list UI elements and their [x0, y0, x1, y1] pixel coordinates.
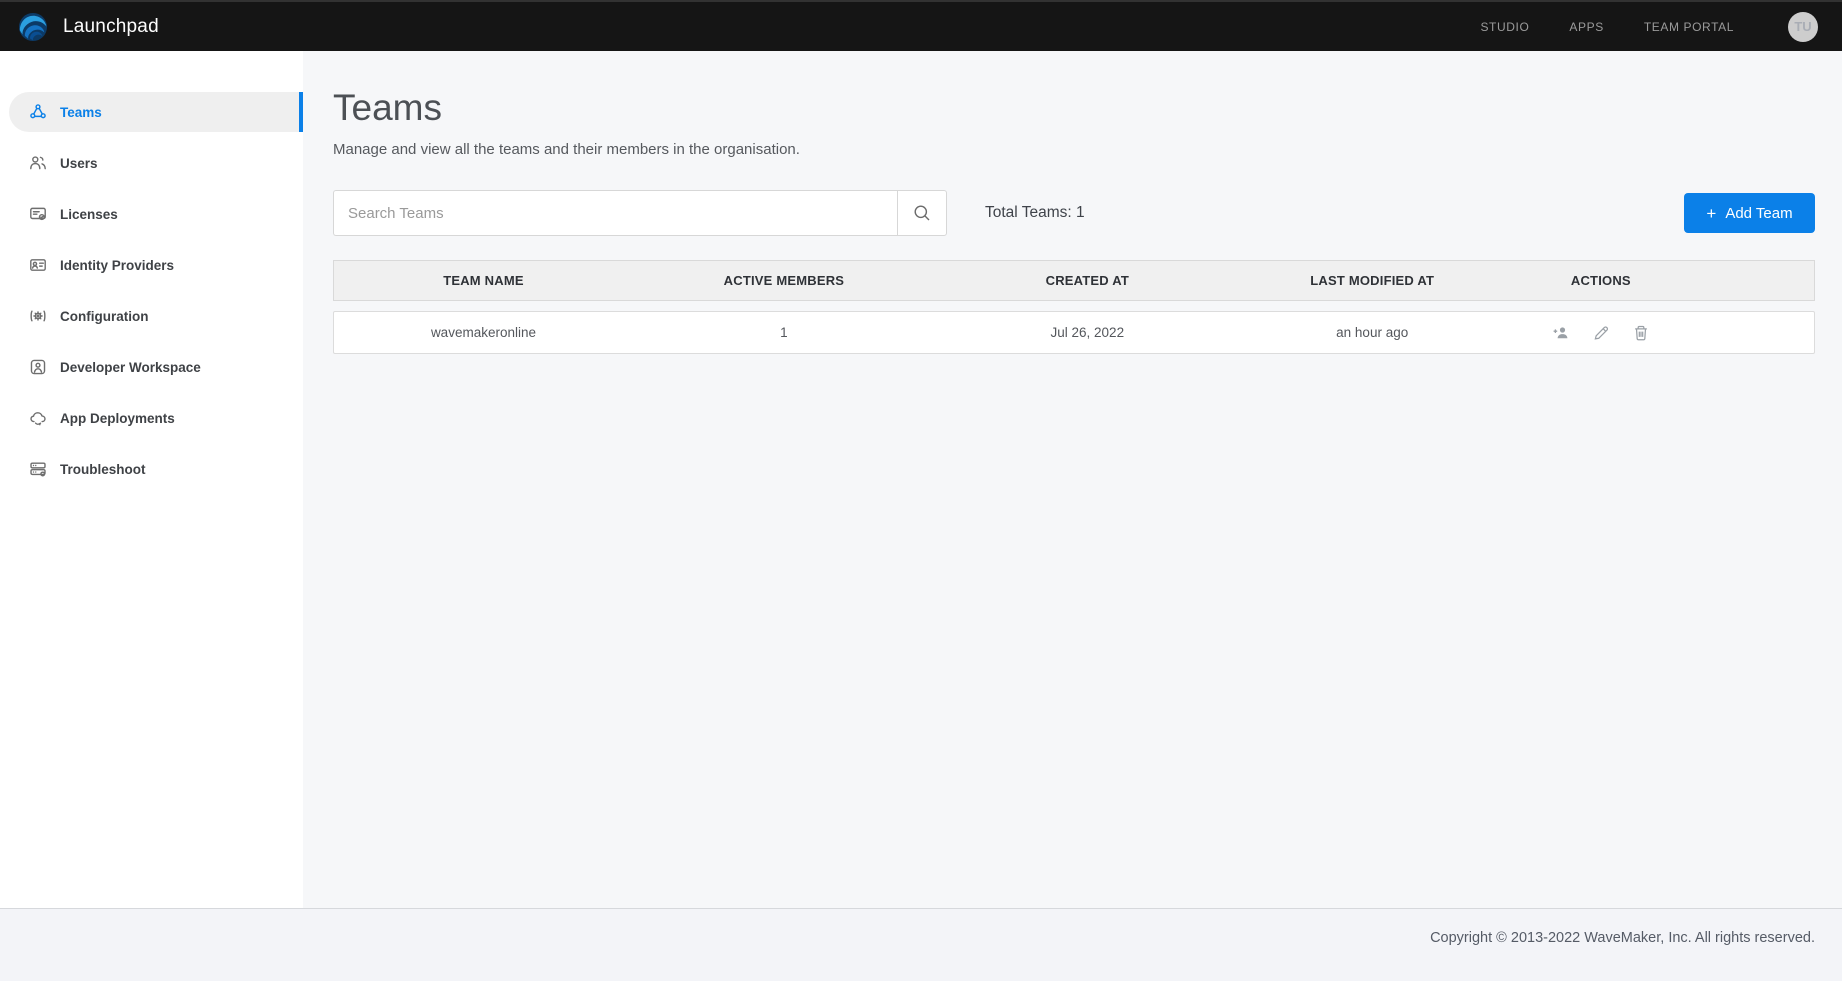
- teams-icon: [29, 103, 47, 121]
- sidebar-item-label: Teams: [60, 105, 102, 120]
- column-header-team-name: TEAM NAME: [334, 273, 633, 288]
- cell-active-members: 1: [633, 325, 935, 340]
- edit-team-button[interactable]: [1592, 324, 1610, 342]
- sidebar-item-teams[interactable]: Teams: [9, 92, 303, 132]
- sidebar-item-label: Identity Providers: [60, 258, 174, 273]
- app-title: Launchpad: [63, 16, 159, 38]
- column-header-actions: ACTIONS: [1505, 273, 1697, 288]
- add-team-label: Add Team: [1725, 205, 1792, 222]
- nav-apps[interactable]: APPS: [1569, 20, 1603, 34]
- configuration-icon: [29, 307, 47, 325]
- main-content: Teams Manage and view all the teams and …: [303, 51, 1842, 908]
- sidebar-item-label: Configuration: [60, 309, 148, 324]
- search-button[interactable]: [897, 190, 947, 236]
- copyright-text: Copyright © 2013-2022 WaveMaker, Inc. Al…: [1430, 930, 1815, 981]
- teams-table: TEAM NAME ACTIVE MEMBERS CREATED AT LAST…: [333, 260, 1815, 354]
- sidebar-item-label: Developer Workspace: [60, 360, 201, 375]
- page-subtitle: Manage and view all the teams and their …: [333, 141, 1815, 158]
- top-nav: STUDIO APPS TEAM PORTAL TU: [1480, 12, 1818, 42]
- sidebar-item-configuration[interactable]: Configuration: [9, 296, 303, 336]
- cell-created-at: Jul 26, 2022: [935, 325, 1240, 340]
- sidebar-item-label: Users: [60, 156, 98, 171]
- edit-icon: [1592, 324, 1610, 342]
- developer-workspace-icon: [29, 358, 47, 376]
- delete-icon: [1632, 324, 1650, 342]
- total-teams-count: Total Teams: 1: [985, 204, 1085, 222]
- sidebar-item-developer-workspace[interactable]: Developer Workspace: [9, 347, 303, 387]
- page-footer: Copyright © 2013-2022 WaveMaker, Inc. Al…: [0, 908, 1842, 981]
- sidebar-item-label: Licenses: [60, 207, 118, 222]
- licenses-icon: [29, 205, 47, 223]
- users-icon: [29, 154, 47, 172]
- sidebar-item-users[interactable]: Users: [9, 143, 303, 183]
- delete-team-button[interactable]: [1632, 324, 1650, 342]
- plus-icon: +: [1706, 205, 1716, 222]
- controls-row: Total Teams: 1 + Add Team: [333, 190, 1815, 236]
- nav-studio[interactable]: STUDIO: [1480, 20, 1529, 34]
- cell-last-modified-at: an hour ago: [1240, 325, 1505, 340]
- sidebar-item-identity-providers[interactable]: Identity Providers: [9, 245, 303, 285]
- column-header-created-at: CREATED AT: [935, 273, 1240, 288]
- search-input[interactable]: [333, 190, 897, 236]
- search-icon: [912, 203, 932, 223]
- search-bar: [333, 190, 947, 236]
- column-header-last-modified-at: LAST MODIFIED AT: [1240, 273, 1505, 288]
- add-member-button[interactable]: [1552, 324, 1570, 342]
- sidebar-item-label: Troubleshoot: [60, 462, 146, 477]
- identity-providers-icon: [29, 256, 47, 274]
- wavemaker-logo-icon: [16, 10, 50, 44]
- column-header-active-members: ACTIVE MEMBERS: [633, 273, 935, 288]
- sidebar-item-label: App Deployments: [60, 411, 175, 426]
- brand-link[interactable]: Launchpad: [16, 10, 159, 44]
- cell-team-name: wavemakeronline: [334, 325, 633, 340]
- add-team-button[interactable]: + Add Team: [1684, 193, 1815, 233]
- add-member-icon: [1552, 324, 1570, 342]
- table-row: wavemakeronline 1 Jul 26, 2022 an hour a…: [333, 311, 1815, 354]
- troubleshoot-icon: [29, 460, 47, 478]
- top-header: Launchpad STUDIO APPS TEAM PORTAL TU: [0, 0, 1842, 51]
- sidebar: Teams Users Licenses: [0, 51, 303, 908]
- sidebar-item-licenses[interactable]: Licenses: [9, 194, 303, 234]
- nav-team-portal[interactable]: TEAM PORTAL: [1644, 20, 1734, 34]
- app-deployments-icon: [29, 409, 47, 427]
- sidebar-item-troubleshoot[interactable]: Troubleshoot: [9, 449, 303, 489]
- sidebar-item-app-deployments[interactable]: App Deployments: [9, 398, 303, 438]
- user-avatar[interactable]: TU: [1788, 12, 1818, 42]
- cell-actions: [1505, 324, 1697, 342]
- table-header: TEAM NAME ACTIVE MEMBERS CREATED AT LAST…: [333, 260, 1815, 301]
- page-title: Teams: [333, 87, 1815, 129]
